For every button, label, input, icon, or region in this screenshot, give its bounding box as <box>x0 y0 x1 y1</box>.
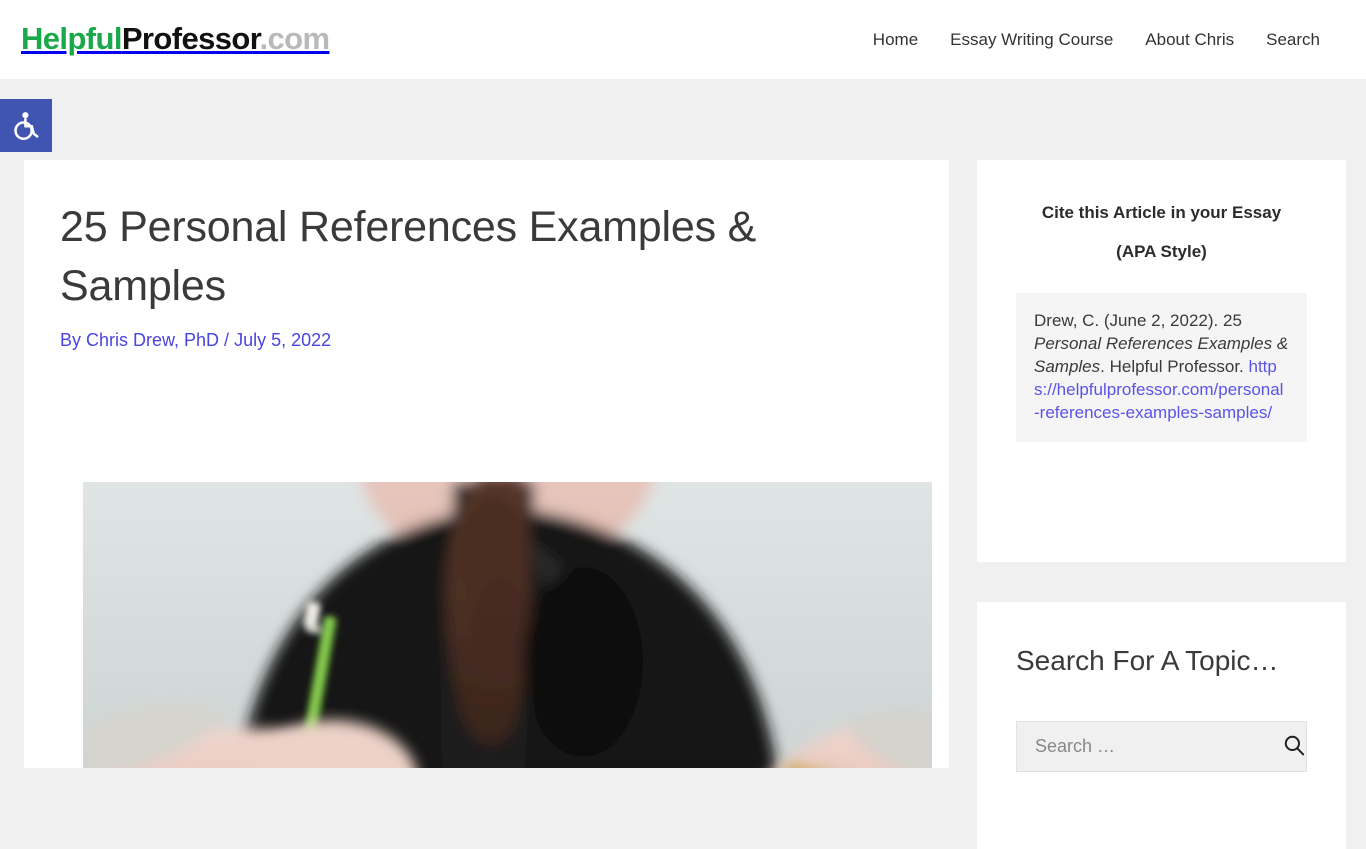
cite-widget-heading-line2: (APA Style) <box>1116 242 1207 261</box>
citation-publisher: Helpful Professor. <box>1109 357 1249 376</box>
page-title: 25 Personal References Examples & Sample… <box>60 203 757 310</box>
featured-image <box>83 482 932 768</box>
primary-navigation: Home Essay Writing Course About Chris Se… <box>857 28 1336 52</box>
page-body: 25 Personal References Examples & Sample… <box>0 79 1366 849</box>
logo-text-helpful: Helpful <box>21 21 122 56</box>
citation-box: Drew, C. (June 2, 2022). 25 Personal Ref… <box>1016 293 1307 442</box>
nav-item-essay-writing-course[interactable]: Essay Writing Course <box>934 28 1129 52</box>
nav-item-search[interactable]: Search <box>1250 28 1336 52</box>
logo-text-professor: Professor <box>121 21 260 56</box>
cite-article-widget: Cite this Article in your Essay (APA Sty… <box>977 160 1346 562</box>
cite-widget-heading-line1: Cite this Article in your Essay <box>1041 203 1282 222</box>
article-content-card: 25 Personal References Examples & Sample… <box>24 160 949 768</box>
featured-image-graphic <box>83 482 932 768</box>
article-byline: By Chris Drew, PhD / July 5, 2022 <box>60 328 914 352</box>
sidebar: Cite this Article in your Essay (APA Sty… <box>977 160 1346 849</box>
citation-period: . <box>1100 357 1110 376</box>
search-icon <box>1283 734 1305 759</box>
search-form <box>1016 721 1307 772</box>
site-header: HelpfulProfessor.com Home Essay Writing … <box>0 0 1366 79</box>
article-header: 25 Personal References Examples & Sample… <box>24 160 949 352</box>
byline-date: July 5, 2022 <box>234 330 332 350</box>
search-input[interactable] <box>1017 722 1281 771</box>
site-logo[interactable]: HelpfulProfessor.com <box>21 21 330 56</box>
search-widget-title: Search For A Topic… <box>1016 645 1279 676</box>
byline-author-link[interactable]: By Chris Drew, PhD <box>60 330 219 350</box>
logo-text-dotcom: .com <box>259 21 330 56</box>
search-submit-button[interactable] <box>1281 722 1306 771</box>
citation-number: 25 <box>1222 311 1242 330</box>
search-topic-widget: Search For A Topic… <box>977 602 1346 849</box>
byline-separator: / <box>219 330 235 350</box>
citation-prefix: Drew, C. (June 2, 2022). <box>1034 311 1223 330</box>
nav-item-home[interactable]: Home <box>857 28 934 52</box>
nav-item-about-chris[interactable]: About Chris <box>1129 28 1250 52</box>
